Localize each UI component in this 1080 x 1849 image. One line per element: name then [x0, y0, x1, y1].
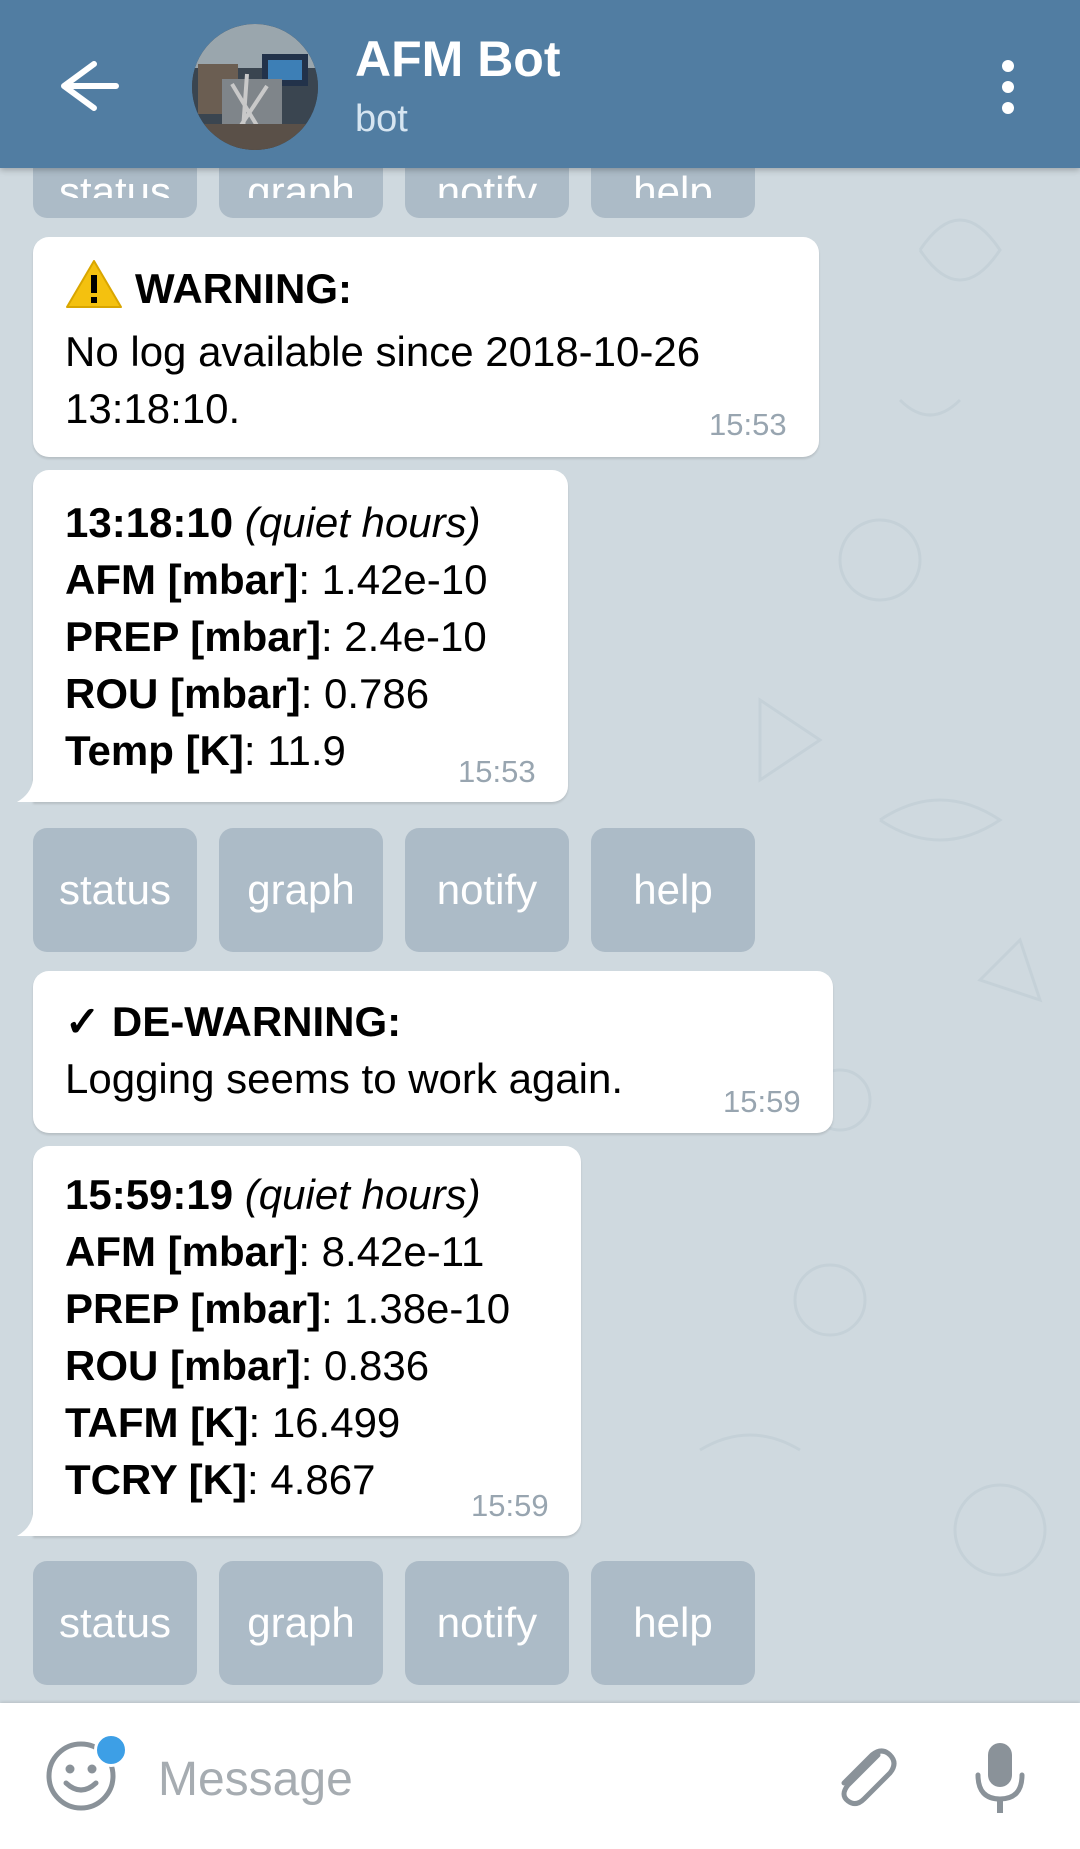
keyboard-button-status[interactable]: status [33, 1561, 197, 1685]
reading-label: AFM [mbar] [65, 1228, 299, 1275]
message-dewarning[interactable]: ✓ DE-WARNING: Logging seems to work agai… [33, 971, 833, 1133]
warning-heading: WARNING: [135, 265, 352, 312]
chat-header: AFM Bot bot [0, 0, 1080, 168]
status-note: (quiet hours) [244, 499, 481, 546]
message-status[interactable]: 13:18:10 (quiet hours) AFM [mbar]: 1.42e… [17, 470, 568, 802]
status-timestamp: 15:59:19 [65, 1171, 234, 1218]
back-button[interactable] [50, 56, 120, 116]
keyboard-button-graph[interactable]: graph [219, 828, 383, 952]
bot-avatar[interactable] [192, 24, 318, 150]
reading-label: TAFM [K] [65, 1399, 249, 1446]
reading-value: : 0.786 [300, 670, 430, 717]
reading-value: : 2.4e-10 [320, 613, 487, 660]
emoji-badge-dot [94, 1733, 128, 1767]
arrow-left-icon [61, 61, 119, 111]
keyboard-button-notify[interactable]: notify [405, 1561, 569, 1685]
bubble-tail [17, 1514, 37, 1536]
message-time: 15:53 [709, 407, 787, 442]
microphone-button[interactable] [972, 1739, 1028, 1819]
microphone-icon [975, 1743, 1025, 1813]
warning-line-2: 13:18:10. [65, 385, 241, 432]
message-input[interactable] [156, 1743, 800, 1815]
reading-value: : 8.42e-11 [298, 1228, 485, 1275]
keyboard-button-graph[interactable]: graph [219, 1561, 383, 1685]
reading-value: : 11.9 [243, 727, 346, 774]
reading-label: ROU [mbar] [65, 670, 301, 717]
reading-label: Temp [K] [65, 727, 244, 774]
reading-label: TCRY [K] [65, 1456, 247, 1503]
dewarning-heading: ✓ DE-WARNING: [65, 998, 402, 1045]
status-timestamp: 13:18:10 [65, 499, 234, 546]
message-input-bar [0, 1703, 1080, 1849]
avatar-lab-photo [192, 24, 318, 150]
reading-label: AFM [mbar] [65, 556, 299, 603]
message-time: 15:59 [723, 1084, 801, 1119]
reading-label: PREP [mbar] [65, 613, 321, 660]
dewarning-line: Logging seems to work again. [65, 1055, 623, 1102]
menu-button[interactable] [990, 58, 1026, 116]
keyboard-button-help[interactable]: help [591, 828, 755, 952]
reading-label: PREP [mbar] [65, 1285, 321, 1332]
chat-title[interactable]: AFM Bot [355, 30, 561, 88]
message-time: 15:59 [471, 1488, 549, 1523]
message-warning[interactable]: WARNING: No log available since 2018-10-… [33, 237, 819, 457]
paperclip-icon [841, 1748, 897, 1807]
keyboard-button-status[interactable]: status [33, 828, 197, 952]
warning-line-1: No log available since 2018-10-26 [65, 328, 701, 375]
keyboard-button-notify[interactable]: notify [405, 828, 569, 952]
more-vertical-icon [1002, 60, 1014, 114]
bubble-tail [17, 780, 37, 802]
keyboard-button-help[interactable]: help [591, 1561, 755, 1685]
status-note: (quiet hours) [244, 1171, 481, 1218]
message-time: 15:53 [458, 754, 536, 789]
reading-value: : 1.38e-10 [320, 1285, 511, 1332]
reading-value: : 16.499 [248, 1399, 401, 1446]
attach-button[interactable] [828, 1741, 900, 1813]
reading-value: : 1.42e-10 [298, 556, 488, 603]
chat-subtitle: bot [355, 98, 408, 140]
reading-value: : 4.867 [247, 1456, 376, 1503]
reading-value: : 0.836 [300, 1342, 430, 1389]
reading-label: ROU [mbar] [65, 1342, 301, 1389]
warning-triangle-icon [65, 259, 123, 323]
message-status[interactable]: 15:59:19 (quiet hours) AFM [mbar]: 8.42e… [17, 1146, 581, 1536]
